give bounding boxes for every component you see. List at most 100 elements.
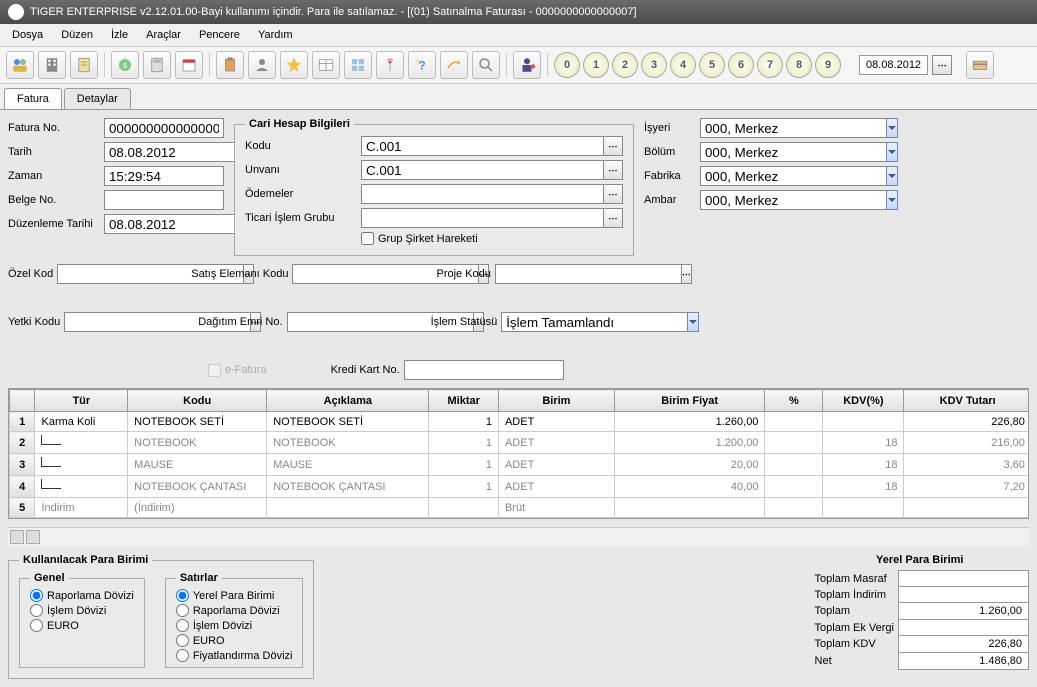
tb-antenna-icon[interactable] bbox=[376, 51, 404, 79]
table-row[interactable]: 1Karma KoliNOTEBOOK SETİNOTEBOOK SETİ1AD… bbox=[10, 412, 1030, 432]
grid-header[interactable]: % bbox=[765, 390, 823, 412]
grid-header[interactable]: Miktar bbox=[429, 390, 499, 412]
tb-users-icon[interactable] bbox=[6, 51, 34, 79]
menu-yardim[interactable]: Yardım bbox=[250, 26, 301, 44]
tab-detaylar[interactable]: Detaylar bbox=[64, 88, 131, 109]
radio-satirlar-0[interactable]: Yerel Para Birimi bbox=[176, 588, 293, 603]
input-unvani[interactable] bbox=[361, 160, 603, 180]
table-row[interactable]: 5İndirim(İndirim)Brüt bbox=[10, 498, 1030, 518]
input-zaman[interactable] bbox=[104, 166, 224, 186]
grid-header[interactable]: Kodu bbox=[128, 390, 267, 412]
tb-search-icon[interactable] bbox=[472, 51, 500, 79]
number-button-6[interactable]: 6 bbox=[728, 52, 754, 78]
tab-fatura[interactable]: Fatura bbox=[4, 88, 62, 109]
input-kodu[interactable] bbox=[361, 136, 603, 156]
unvani-lookup[interactable]: ⋯ bbox=[603, 160, 623, 180]
combo-islem-statusu[interactable] bbox=[501, 312, 687, 332]
menubar: Dosya Düzen İzle Araçlar Pencere Yardım bbox=[0, 24, 1037, 47]
line-items-grid[interactable]: TürKoduAçıklamaMiktarBirimBirim Fiyat%KD… bbox=[8, 388, 1029, 519]
number-button-0[interactable]: 0 bbox=[554, 52, 580, 78]
isyeri-dropdown[interactable] bbox=[886, 118, 898, 138]
ambar-dropdown[interactable] bbox=[886, 190, 898, 210]
scroll-track[interactable] bbox=[26, 530, 40, 544]
radio-genel-1[interactable]: İşlem Dövizi bbox=[30, 603, 134, 618]
tb-building-icon[interactable] bbox=[38, 51, 66, 79]
fabrika-dropdown[interactable] bbox=[886, 166, 898, 186]
grid-scroll-controls[interactable] bbox=[8, 527, 1029, 546]
proje-kodu-lookup[interactable]: ⋯ bbox=[681, 264, 692, 284]
number-button-5[interactable]: 5 bbox=[699, 52, 725, 78]
radio-genel-2[interactable]: EURO bbox=[30, 618, 134, 633]
label-isyeri: İşyeri bbox=[644, 122, 694, 134]
tb-card-icon[interactable] bbox=[966, 51, 994, 79]
radio-satirlar-2[interactable]: İşlem Dövizi bbox=[176, 618, 293, 633]
label-unvani: Unvanı bbox=[245, 164, 355, 176]
islem-statusu-dropdown[interactable] bbox=[687, 312, 699, 332]
number-button-8[interactable]: 8 bbox=[786, 52, 812, 78]
label-islem-statusu: İşlem Statüsü bbox=[431, 316, 498, 328]
tb-calc-icon[interactable] bbox=[143, 51, 171, 79]
tb-table-icon[interactable] bbox=[312, 51, 340, 79]
menu-araclar[interactable]: Araçlar bbox=[138, 26, 189, 44]
tb-grid-icon[interactable] bbox=[344, 51, 372, 79]
number-button-3[interactable]: 3 bbox=[641, 52, 667, 78]
tb-person-icon[interactable] bbox=[248, 51, 276, 79]
table-row[interactable]: 2NOTEBOOKNOTEBOOK1ADET1.200,0018216,001.… bbox=[10, 432, 1030, 454]
grid-header[interactable]: Açıklama bbox=[267, 390, 429, 412]
titlebar: TIGER ENTERPRISE v2.12.01.00-Bayi kullan… bbox=[0, 0, 1037, 24]
menu-izle[interactable]: İzle bbox=[103, 26, 136, 44]
window-title: TIGER ENTERPRISE v2.12.01.00-Bayi kullan… bbox=[30, 6, 637, 18]
number-button-4[interactable]: 4 bbox=[670, 52, 696, 78]
toolbar-date-picker[interactable]: ⋯ bbox=[932, 55, 952, 75]
checkbox-grup-sirket[interactable]: Grup Şirket Hareketi bbox=[361, 232, 623, 245]
legend-satirlar: Satırlar bbox=[176, 572, 222, 584]
combo-isyeri[interactable] bbox=[700, 118, 886, 138]
tb-calendar-icon[interactable] bbox=[175, 51, 203, 79]
grid-header[interactable]: Tür bbox=[35, 390, 128, 412]
total-value bbox=[899, 587, 1029, 603]
input-odemeler[interactable] bbox=[361, 184, 603, 204]
tb-money-icon[interactable]: $ bbox=[111, 51, 139, 79]
label-ambar: Ambar bbox=[644, 194, 694, 206]
grid-header[interactable] bbox=[10, 390, 35, 412]
menu-dosya[interactable]: Dosya bbox=[4, 26, 51, 44]
radio-satirlar-1[interactable]: Raporlama Dövizi bbox=[176, 603, 293, 618]
label-fabrika: Fabrika bbox=[644, 170, 694, 182]
combo-bolum[interactable] bbox=[700, 142, 886, 162]
number-button-2[interactable]: 2 bbox=[612, 52, 638, 78]
input-ticari-islem[interactable] bbox=[361, 208, 603, 228]
input-kredi-kart[interactable] bbox=[404, 360, 564, 380]
label-belge-no: Belge No. bbox=[8, 194, 98, 206]
kodu-lookup[interactable]: ⋯ bbox=[603, 136, 623, 156]
tb-clipboard-icon[interactable] bbox=[216, 51, 244, 79]
menu-duzen[interactable]: Düzen bbox=[53, 26, 101, 44]
radio-genel-0[interactable]: Raporlama Dövizi bbox=[30, 588, 134, 603]
scroll-left-icon[interactable] bbox=[10, 530, 24, 544]
tb-exit-icon[interactable] bbox=[513, 51, 541, 79]
grid-header[interactable]: KDV(%) bbox=[823, 390, 904, 412]
grid-header[interactable]: KDV Tutarı bbox=[904, 390, 1029, 412]
tb-help-icon[interactable]: ?? bbox=[408, 51, 436, 79]
table-row[interactable]: 4NOTEBOOK ÇANTASINOTEBOOK ÇANTASI1ADET40… bbox=[10, 476, 1030, 498]
grid-header[interactable]: Birim Fiyat bbox=[614, 390, 765, 412]
grid-header[interactable]: Birim bbox=[498, 390, 614, 412]
tb-doc-icon[interactable] bbox=[70, 51, 98, 79]
odemeler-lookup[interactable]: ⋯ bbox=[603, 184, 623, 204]
number-button-7[interactable]: 7 bbox=[757, 52, 783, 78]
bolum-dropdown[interactable] bbox=[886, 142, 898, 162]
number-button-9[interactable]: 9 bbox=[815, 52, 841, 78]
ticari-islem-lookup[interactable]: ⋯ bbox=[603, 208, 623, 228]
tb-arrow-icon[interactable] bbox=[440, 51, 468, 79]
radio-satirlar-4[interactable]: Fiyatlandırma Dövizi bbox=[176, 648, 293, 663]
table-row[interactable]: 3MAUSEMAUSE1ADET20,00183,6020,00 bbox=[10, 454, 1030, 476]
combo-fabrika[interactable] bbox=[700, 166, 886, 186]
menu-pencere[interactable]: Pencere bbox=[191, 26, 248, 44]
tb-star-icon[interactable] bbox=[280, 51, 308, 79]
input-fatura-no[interactable] bbox=[104, 118, 224, 138]
radio-satirlar-3[interactable]: EURO bbox=[176, 633, 293, 648]
input-proje-kodu[interactable] bbox=[495, 264, 681, 284]
number-button-1[interactable]: 1 bbox=[583, 52, 609, 78]
combo-ambar[interactable] bbox=[700, 190, 886, 210]
total-label: Toplam Ek Vergi bbox=[811, 620, 899, 636]
input-belge-no[interactable] bbox=[104, 190, 224, 210]
